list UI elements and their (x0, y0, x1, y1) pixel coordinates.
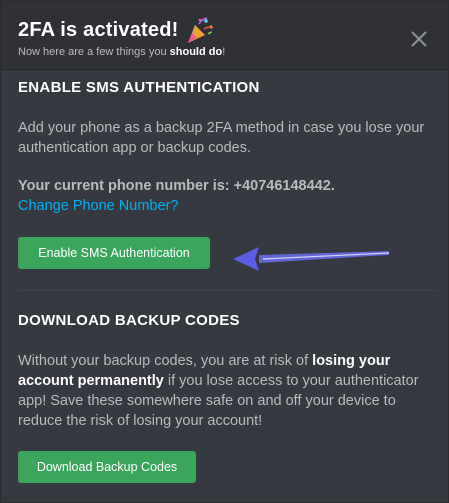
modal-title: 2FA is activated! (18, 18, 179, 41)
backup-description: Without your backup codes, you are at ri… (18, 351, 438, 431)
arrow-left-icon (233, 247, 390, 271)
subtitle-text: Now here are a few things you (18, 46, 170, 58)
subtitle-punctuation: ! (222, 46, 226, 58)
sms-section-heading: ENABLE SMS AUTHENTICATION (18, 79, 260, 96)
party-popper-icon (187, 17, 213, 43)
change-phone-link[interactable]: Change Phone Number? (18, 198, 178, 214)
section-divider (18, 290, 437, 291)
modal-header: 2FA is activated! Now here are a few thi… (1, 1, 448, 70)
enable-sms-button[interactable]: Enable SMS Authentication (18, 237, 210, 269)
backup-section-heading: DOWNLOAD BACKUP CODES (18, 312, 240, 329)
current-phone-number: Your current phone number is: +407461484… (18, 178, 335, 194)
download-backup-codes-button[interactable]: Download Backup Codes (18, 451, 196, 483)
backup-description-text: Without your backup codes, you are at ri… (18, 353, 313, 369)
subtitle-emphasis: should do (169, 46, 223, 58)
modal-subtitle: Now here are a few things you should do! (18, 46, 225, 58)
title-row: 2FA is activated! (18, 15, 215, 45)
sms-description: Add your phone as a backup 2FA method in… (18, 120, 425, 156)
two-factor-modal: 2FA is activated! Now here are a few thi… (0, 0, 449, 503)
close-icon[interactable] (407, 27, 431, 51)
